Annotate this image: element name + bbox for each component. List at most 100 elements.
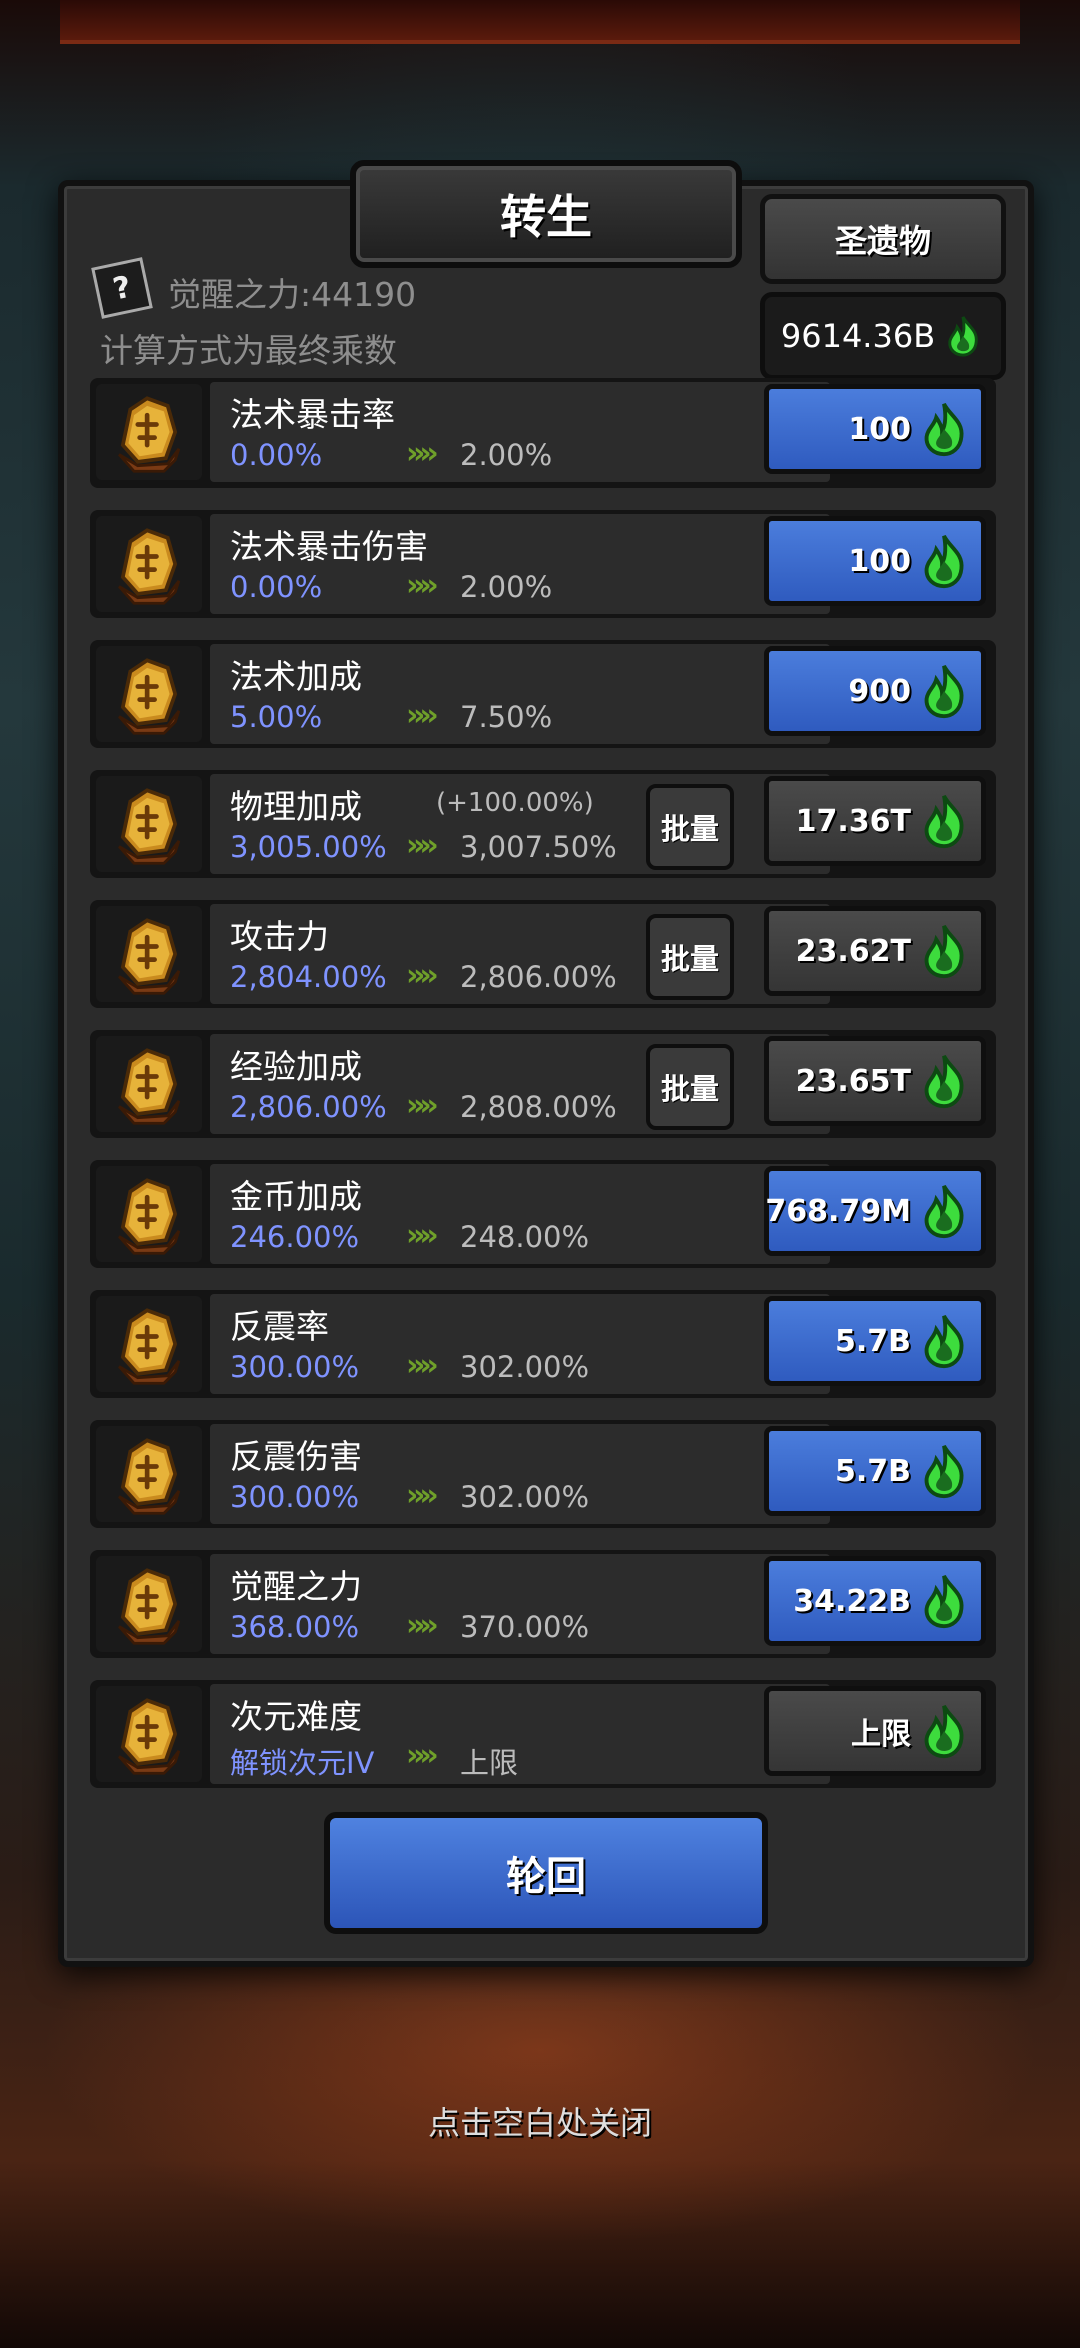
green-flame-icon — [948, 316, 978, 357]
double-arrow-icon: »» — [406, 1608, 439, 1643]
double-arrow-icon: »» — [406, 1738, 439, 1773]
stat-next-value: 3,007.50% — [460, 830, 617, 864]
stat-current-value: 2,806.00% — [230, 1090, 387, 1124]
upgrade-row: 次元难度 解锁次元IV»» 上限 上限 — [90, 1680, 996, 1788]
upgrade-row: 经验加成 2,806.00% »» 2,808.00% 批量 23.65T — [90, 1030, 996, 1138]
relic-button[interactable]: 圣遗物 — [760, 194, 1006, 284]
stat-next-value: 248.00% — [460, 1220, 590, 1254]
double-arrow-icon: »» — [406, 828, 439, 863]
double-arrow-icon: »» — [406, 1348, 439, 1383]
upgrade-cost-button[interactable]: 上限 — [764, 1686, 986, 1776]
upgrade-cost-button[interactable]: 5.7B — [764, 1426, 986, 1516]
stat-name: 法术暴击率 — [230, 395, 395, 434]
green-flame-icon — [924, 924, 964, 979]
stat-name: 反震率 — [230, 1307, 329, 1346]
upgrade-cost-button[interactable]: 5.7B — [764, 1296, 986, 1386]
stat-current-value: 246.00% — [230, 1220, 360, 1254]
stat-name: 经验加成 — [230, 1047, 362, 1086]
rune-stone-icon — [118, 1048, 181, 1125]
stat-name: 觉醒之力 — [230, 1567, 362, 1606]
upgrade-row: 反震率 300.00% »» 302.00% 5.7B — [90, 1290, 996, 1398]
upgrade-row: 觉醒之力 368.00% »» 370.00% 34.22B — [90, 1550, 996, 1658]
stat-current-value: 3,005.00% — [230, 830, 387, 864]
upgrade-cost-button[interactable]: 34.22B — [764, 1556, 986, 1646]
batch-upgrade-button[interactable]: 批量 — [646, 784, 734, 870]
green-flame-icon — [924, 1444, 964, 1499]
stat-name: 物理加成 — [230, 787, 362, 826]
upgrade-row: 反震伤害 300.00% »» 302.00% 5.7B — [90, 1420, 996, 1528]
upgrade-cost-button[interactable]: 100 — [764, 516, 986, 606]
help-icon[interactable]: ? — [91, 257, 153, 319]
rune-icon-slot — [96, 646, 202, 742]
cost-amount: 23.65T — [795, 1063, 911, 1099]
stat-next-value: 302.00% — [460, 1350, 590, 1384]
currency-amount: 9614.36B — [780, 317, 936, 355]
green-flame-icon — [924, 794, 964, 849]
rune-icon-slot — [96, 516, 202, 612]
stat-current-value: 5.00% — [230, 700, 323, 734]
double-arrow-icon: »» — [406, 1218, 439, 1253]
rune-stone-icon — [118, 788, 181, 865]
rune-icon-slot — [96, 906, 202, 1002]
upgrade-cost-button[interactable]: 900 — [764, 646, 986, 736]
rune-stone-icon — [118, 1438, 181, 1515]
reincarnate-button[interactable]: 轮回 — [324, 1812, 768, 1934]
upgrade-row: 法术加成 5.00% »» 7.50% 900 — [90, 640, 996, 748]
rune-stone-icon — [118, 1308, 181, 1385]
green-flame-icon — [924, 1184, 964, 1239]
stat-next-value: 2,806.00% — [460, 960, 617, 994]
stat-name: 攻击力 — [230, 917, 329, 956]
upgrade-row: 攻击力 2,804.00% »» 2,806.00% 批量 23.62T — [90, 900, 996, 1008]
stat-current-value: 解锁次元IV — [230, 1746, 375, 1780]
cost-amount: 100 — [848, 543, 911, 579]
upgrade-cost-button[interactable]: 17.36T — [764, 776, 986, 866]
rune-icon-slot — [96, 1166, 202, 1262]
upgrade-row: 金币加成 246.00% »» 248.00% 768.79M — [90, 1160, 996, 1268]
cost-amount: 5.7B — [834, 1453, 911, 1489]
page-title: 转生 — [500, 190, 592, 244]
stat-current-value: 2,804.00% — [230, 960, 387, 994]
rune-stone-icon — [118, 1568, 181, 1645]
rune-stone-icon — [118, 396, 181, 473]
cost-amount: 34.22B — [793, 1583, 911, 1619]
stat-next-value: 302.00% — [460, 1480, 590, 1514]
cost-amount: 768.79M — [765, 1193, 911, 1229]
stat-current-value: 300.00% — [230, 1350, 360, 1384]
rune-icon-slot — [96, 1296, 202, 1392]
stat-current-value: 0.00% — [230, 438, 323, 472]
close-hint[interactable]: 点击空白处关闭 — [0, 2098, 1080, 2144]
double-arrow-icon: »» — [406, 698, 439, 733]
batch-upgrade-button[interactable]: 批量 — [646, 914, 734, 1000]
cost-amount: 上限 — [851, 1717, 911, 1752]
upgrade-cost-button[interactable]: 100 — [764, 384, 986, 474]
rune-stone-icon — [118, 1698, 181, 1775]
stat-bonus-text: (+100.00%) — [436, 788, 594, 818]
double-arrow-icon: »» — [406, 1478, 439, 1513]
stat-next-value: 2.00% — [460, 570, 553, 604]
stat-current-value: 300.00% — [230, 1480, 360, 1514]
stat-current-value: 0.00% — [230, 570, 323, 604]
title-plate: 转生 — [350, 160, 742, 268]
upgrade-row: 物理加成 3,005.00% »» 3,007.50% (+100.00%) 批量 17.3… — [90, 770, 996, 878]
calc-note-text: 计算方式为最终乘数 — [100, 331, 397, 370]
rune-stone-icon — [118, 658, 181, 735]
upgrade-cost-button[interactable]: 768.79M — [764, 1166, 986, 1256]
batch-upgrade-button[interactable]: 批量 — [646, 1044, 734, 1130]
upgrade-cost-button[interactable]: 23.62T — [764, 906, 986, 996]
stat-next-value: 2.00% — [460, 438, 553, 472]
rune-icon-slot — [96, 1686, 202, 1782]
stat-next-value: 370.00% — [460, 1610, 590, 1644]
stat-name: 反震伤害 — [230, 1437, 362, 1476]
rune-stone-icon — [118, 1178, 181, 1255]
cost-amount: 100 — [848, 411, 911, 447]
stat-name: 金币加成 — [230, 1177, 362, 1216]
cost-amount: 5.7B — [834, 1323, 911, 1359]
rune-icon-slot — [96, 776, 202, 872]
green-flame-icon — [924, 1574, 964, 1629]
green-flame-icon — [924, 1704, 964, 1759]
green-flame-icon — [924, 1314, 964, 1369]
upgrade-cost-button[interactable]: 23.65T — [764, 1036, 986, 1126]
stat-name: 法术暴击伤害 — [230, 527, 428, 566]
upgrade-row: 法术暴击伤害 0.00% »» 2.00% 100 — [90, 510, 996, 618]
double-arrow-icon: »» — [406, 436, 439, 471]
